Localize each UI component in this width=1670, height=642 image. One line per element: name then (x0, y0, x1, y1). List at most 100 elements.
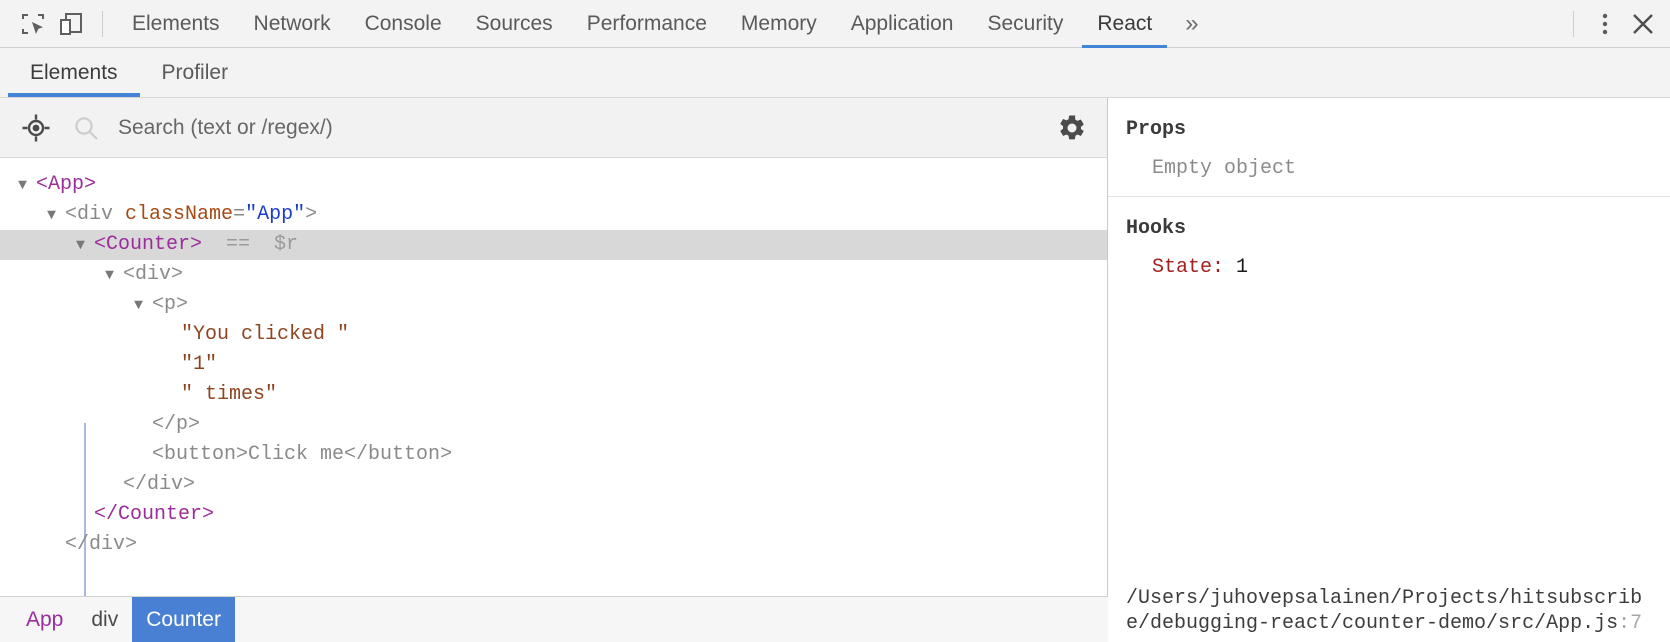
hooks-entry[interactable]: State: 1 (1108, 240, 1670, 279)
source-file-path[interactable]: /Users/juhovepsalainen/Projects/hitsubsc… (1108, 586, 1670, 642)
breadcrumb-item-app-label: App (26, 607, 64, 631)
tab-application[interactable]: Application (834, 0, 971, 48)
breadcrumb-item-counter-label: Counter (146, 607, 221, 631)
tree-token-val: "App" (245, 203, 306, 226)
tree-token-comp: <Counter> (94, 233, 203, 256)
subtab-profiler-label: Profiler (161, 60, 229, 84)
select-element-icon (21, 113, 51, 143)
tree-row[interactable]: ▼ <Counter> == $r (0, 230, 1107, 260)
tree-token-comp: </Counter> (94, 503, 215, 526)
tree-token-tag: <div> (123, 263, 184, 286)
expand-triangle-icon[interactable]: ▼ (105, 267, 123, 284)
tree-token-tag: <div (65, 203, 126, 226)
tree-token-comp: <App> (36, 173, 97, 196)
tab-performance[interactable]: Performance (570, 0, 724, 48)
expand-triangle-icon[interactable]: ▼ (76, 237, 94, 254)
component-tree: ▼ <App> ▼ <div className="App"> ▼ <Counter… (0, 158, 1107, 642)
tab-console[interactable]: Console (348, 0, 459, 48)
tab-elements-label: Elements (132, 11, 220, 35)
tree-token-txt: "1" (181, 353, 218, 376)
tab-memory-label: Memory (740, 11, 817, 35)
source-file-path-text: /Users/juhovepsalainen/Projects/hitsubsc… (1126, 587, 1643, 635)
tree-row-spacer (134, 447, 152, 464)
search-icon-wrap (66, 108, 106, 148)
expand-triangle-icon[interactable]: ▼ (18, 177, 36, 194)
chevron-double-right-icon: » (1185, 9, 1199, 37)
tree-row-spacer (163, 327, 181, 344)
tree-row[interactable]: " times" (0, 380, 1107, 410)
tab-performance-label: Performance (586, 11, 707, 35)
tab-memory[interactable]: Memory (724, 0, 834, 48)
select-element-button[interactable] (16, 108, 56, 148)
tree-row[interactable]: ▼ <div> (0, 260, 1107, 290)
hook-state-label: State: (1152, 256, 1225, 279)
tree-row[interactable]: <button>Click me</button> (0, 440, 1107, 470)
tab-elements[interactable]: Elements (115, 0, 237, 48)
tab-react[interactable]: React (1080, 0, 1169, 48)
tree-settings-button[interactable] (1049, 105, 1095, 151)
tree-token-txt: " times" (181, 383, 278, 406)
tree-row-spacer (134, 417, 152, 434)
component-tree-pane: ▼ <App>▼ <div className="App">▼ <Counter… (0, 98, 1108, 642)
tab-sources-label: Sources (475, 11, 553, 35)
tree-token-tag: </div> (123, 473, 196, 496)
tree-token-tag: <p> (152, 293, 189, 316)
tree-search-toolbar (0, 98, 1107, 158)
toolbar-divider (102, 10, 103, 37)
customize-devtools-button[interactable] (1586, 5, 1624, 43)
tree-row[interactable]: ▼ <App> (0, 170, 1107, 200)
tab-network-label: Network (253, 11, 331, 35)
tree-row[interactable]: "1" (0, 350, 1107, 380)
breadcrumb: App div Counter (0, 596, 1108, 642)
tree-row-spacer (105, 477, 123, 494)
tab-security[interactable]: Security (970, 0, 1080, 48)
subtab-profiler[interactable]: Profiler (140, 48, 251, 97)
tab-network[interactable]: Network (237, 0, 348, 48)
props-empty-text: Empty object (1152, 157, 1297, 180)
breadcrumb-item-app[interactable]: App (12, 597, 77, 642)
hooks-title: Hooks (1126, 217, 1187, 240)
tree-row-spacer (163, 357, 181, 374)
inspect-element-button[interactable] (14, 5, 52, 43)
tree-row[interactable]: "You clicked " (0, 320, 1107, 350)
breadcrumb-item-div[interactable]: div (77, 597, 132, 642)
tab-security-label: Security (987, 11, 1064, 35)
gear-icon (1057, 113, 1087, 143)
toolbar-divider-right (1573, 10, 1574, 37)
hook-state-value: 1 (1236, 256, 1249, 279)
search-icon (72, 114, 100, 142)
expand-triangle-icon[interactable]: ▼ (134, 297, 152, 314)
close-devtools-button[interactable] (1624, 5, 1662, 43)
inspector-pane: Props Empty object Hooks State: 1 /Users… (1108, 98, 1670, 642)
expand-triangle-icon[interactable]: ▼ (47, 207, 65, 224)
tab-application-label: Application (850, 11, 954, 35)
device-toolbar-icon (57, 10, 85, 38)
device-toolbar-button[interactable] (52, 5, 90, 43)
tab-sources[interactable]: Sources (459, 0, 570, 48)
devtools-main-toolbar: Elements Network Console Sources Perform… (0, 0, 1670, 48)
subtab-elements[interactable]: Elements (8, 48, 140, 97)
react-devtools-window: Elements Network Console Sources Perform… (0, 0, 1670, 642)
more-tabs-button[interactable]: » (1169, 0, 1214, 48)
tree-token-tag: <button>Click me</button> (152, 443, 453, 466)
tree-token-tag: = (233, 203, 246, 226)
tree-row[interactable]: ▼ <p> (0, 290, 1107, 320)
tree-row-spacer (163, 387, 181, 404)
devtools-body: ▼ <App>▼ <div className="App">▼ <Counter… (0, 98, 1670, 642)
tree-row-spacer (76, 507, 94, 524)
search-input[interactable] (106, 115, 1049, 140)
tree-row[interactable]: </div> (0, 470, 1107, 500)
tree-row-spacer (47, 537, 65, 554)
breadcrumb-item-counter[interactable]: Counter (132, 597, 235, 642)
tree-row[interactable]: ▼ <div className="App"> (0, 200, 1107, 230)
devtools-tab-strip: Elements Network Console Sources Perform… (115, 0, 1561, 48)
props-title: Props (1126, 118, 1187, 141)
tree-row[interactable]: </p> (0, 410, 1107, 440)
tree-token-txt: "You clicked " (181, 323, 350, 346)
tree-token-meta: == $r (202, 233, 299, 256)
subtab-elements-label: Elements (30, 60, 118, 84)
tree-row[interactable]: </Counter> (0, 500, 1107, 530)
tree-row[interactable]: </div> (0, 530, 1107, 560)
props-section: Props Empty object (1108, 98, 1670, 196)
close-icon (1628, 9, 1658, 39)
